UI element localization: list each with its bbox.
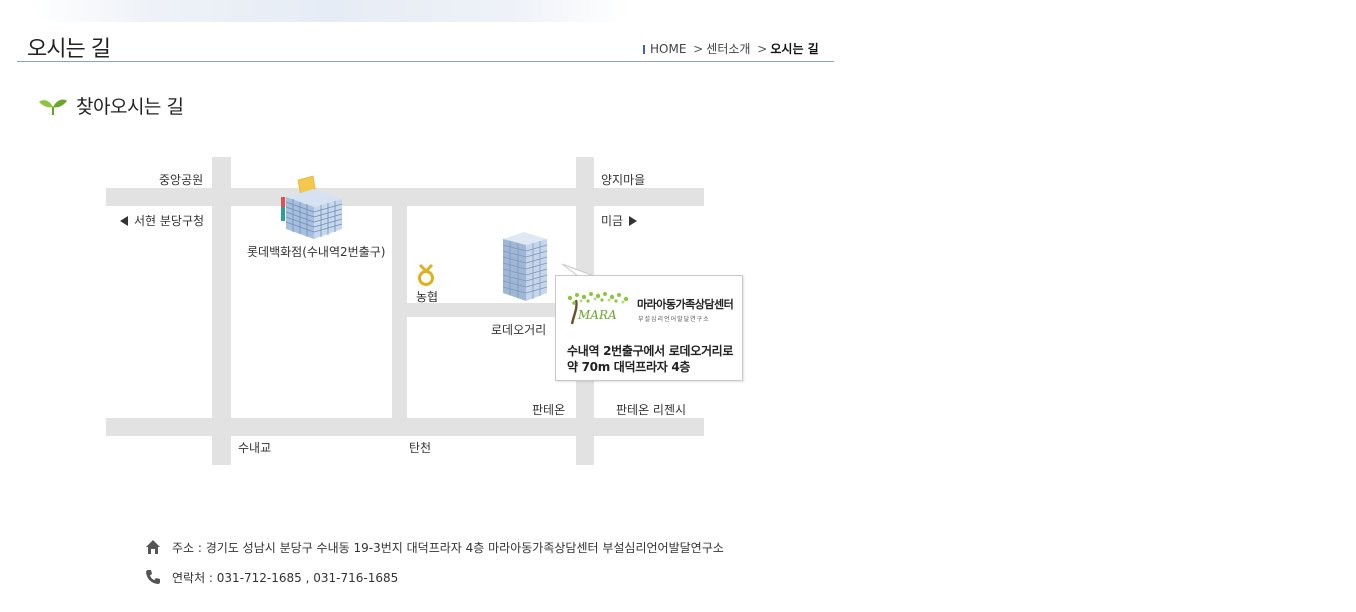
department-store-building-icon (281, 175, 343, 239)
arrow-left-icon (120, 216, 128, 226)
label-lotte-dept: 롯데백화점(수내역2번출구) (247, 245, 386, 259)
arrow-right-icon (629, 216, 638, 226)
callout-subtitle: 부설심리언어발달연구소 (638, 316, 710, 323)
nonghyup-logo-icon (418, 264, 434, 286)
address-row: 주소 : 경기도 성남시 분당구 수내동 19-3번지 대덕프라자 4층 마라아… (145, 539, 724, 556)
label-yangji-village: 양지마을 (601, 173, 646, 187)
office-building-icon (502, 232, 548, 301)
mara-logo-icon: MARA (567, 292, 629, 325)
road-rodeo (407, 303, 557, 317)
address-text: 주소 : 경기도 성남시 분당구 수내동 19-3번지 대덕프라자 4층 마라아… (172, 541, 724, 555)
label-pantheon: 판테온 (532, 403, 566, 417)
phone-icon (145, 569, 161, 585)
directions-line-2: 약 70m 대덕프라자 4층 (567, 360, 691, 374)
phone-row: 연락처 : 031-712-1685 , 031-716-1685 (145, 569, 398, 586)
road-west (212, 157, 231, 465)
phone-text: 연락처 : 031-712-1685 , 031-716-1685 (172, 571, 399, 585)
label-pantheon-regency: 판테온 리젠시 (616, 403, 687, 417)
callout-brand: 마라아동가족상담센터 (637, 298, 734, 311)
location-callout: MARA 마라아동가족상담센터 부설심리언어발달연구소 수내역 2번출구에서 로… (555, 275, 743, 381)
label-tancheon: 탄천 (409, 441, 432, 455)
label-jungang-park: 중앙공원 (159, 173, 204, 187)
road-middle (392, 206, 407, 418)
label-sunae-bridge: 수내교 (238, 441, 272, 455)
directions-line-1: 수내역 2번출구에서 로데오거리로 (567, 344, 734, 358)
road-north (106, 188, 704, 206)
location-map: 중앙공원 양지마을 서현 분당구청 미금 롯데백화점(수내역2번출구) 농협 로… (0, 0, 840, 612)
label-seohyeon-office-text: 서현 분당구청 (134, 214, 205, 228)
home-icon (145, 539, 161, 555)
label-rodeo-street: 로데오거리 (491, 323, 547, 337)
road-south (106, 418, 704, 436)
label-migeum: 미금 (601, 212, 638, 229)
label-seohyeon-office: 서현 분당구청 (120, 212, 204, 229)
callout-directions: 수내역 2번출구에서 로데오거리로 약 70m 대덕프라자 4층 (567, 343, 733, 375)
mara-logo-text: MARA (577, 308, 617, 322)
label-migeum-text: 미금 (601, 214, 624, 228)
label-nonghyup: 농협 (416, 290, 439, 304)
